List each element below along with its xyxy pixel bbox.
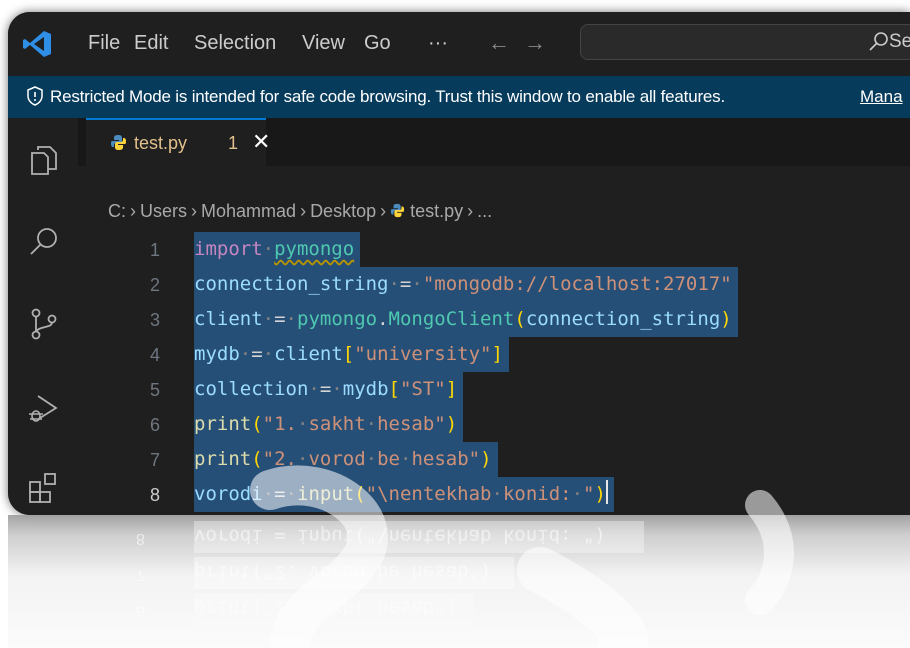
code-line-text: print("2.·vorod·be·hesab") xyxy=(194,442,498,477)
menu-view[interactable]: View xyxy=(302,32,345,55)
menu-more[interactable]: ··· xyxy=(428,32,448,55)
breadcrumb-users[interactable]: Users xyxy=(140,201,187,221)
forward-arrow-icon[interactable]: → xyxy=(524,30,546,56)
breadcrumb: C: › Users › Mohammad › Desktop › test.py ›... xyxy=(108,201,492,222)
breadcrumb-file[interactable]: test.py xyxy=(410,201,463,221)
restricted-mode-banner: Restricted Mode is intended for safe cod… xyxy=(8,76,910,118)
text-cursor xyxy=(605,480,608,504)
menu-file[interactable]: File xyxy=(88,32,120,55)
breadcrumb-separator: › xyxy=(467,201,474,221)
vscode-window: File Edit Selection View Go ··· ← → Se R… xyxy=(8,12,910,515)
manage-link[interactable]: Mana xyxy=(860,87,903,107)
activity-bar xyxy=(8,118,78,515)
banner-message: Restricted Mode is intended for safe cod… xyxy=(50,87,725,106)
screenshot-reflection: 8 vorodi = input("\nentekhab konid: ") 7… xyxy=(8,515,910,648)
breadcrumb-mohammad[interactable]: Mohammad xyxy=(201,201,296,221)
reflection-line-number: 8 xyxy=(136,530,145,547)
reflection-line-number: 7 xyxy=(136,566,145,583)
code-line: 6 print("1.·sakht·hesab") xyxy=(78,407,464,442)
line-number: 5 xyxy=(149,380,160,400)
search-label: Se xyxy=(889,31,910,52)
tab-label: test.py xyxy=(134,133,188,153)
code-line-current: 8 vorodi·=·input("\nentekhab·konid:·") xyxy=(78,477,614,512)
line-number: 7 xyxy=(149,450,160,470)
reflection-code-line: print("2. vorod be hesab") xyxy=(194,561,492,583)
breadcrumb-drive[interactable]: C: xyxy=(108,201,126,221)
code-line-text: collection·=·mydb["ST"] xyxy=(194,372,464,407)
line-number: 3 xyxy=(149,310,160,330)
run-debug-icon[interactable] xyxy=(26,390,62,426)
menu-edit[interactable]: Edit xyxy=(134,32,168,55)
breadcrumb-separator: › xyxy=(130,201,136,221)
menu-bar: File Edit Selection View Go ··· ← → Se xyxy=(8,12,910,76)
line-number: 2 xyxy=(149,275,160,295)
breadcrumb-symbols[interactable]: ... xyxy=(477,201,492,221)
explorer-icon[interactable] xyxy=(26,142,62,178)
code-line: 2 connection_string·=·"mongodb://localho… xyxy=(78,267,738,302)
shield-icon xyxy=(27,86,43,106)
reflection-line-number: 6 xyxy=(136,602,145,619)
menu-selection[interactable]: Selection xyxy=(194,32,276,55)
python-file-icon xyxy=(111,135,126,150)
code-line-text: connection_string·=·"mongodb://localhost… xyxy=(194,267,738,302)
reflection-code-line: vorodi = input("\nentekhab konid: ") xyxy=(194,525,606,547)
extensions-icon[interactable] xyxy=(26,468,62,504)
code-line: 7 print("2.·vorod·be·hesab") xyxy=(78,442,498,477)
line-number: 4 xyxy=(149,345,160,365)
code-line-text: import·pymongo xyxy=(194,232,361,267)
close-icon[interactable]: ✕ xyxy=(252,129,270,155)
editor-tabs: test.py 1 ✕ xyxy=(78,118,910,166)
reflection-code-line: print("1. sakht hesab") xyxy=(194,597,458,619)
code-line: 4 mydb·=·client["university"] xyxy=(78,337,509,372)
line-number: 8 xyxy=(149,485,160,505)
tab-test-py[interactable]: test.py 1 ✕ xyxy=(86,118,270,166)
python-file-icon xyxy=(390,203,405,218)
search-view-icon[interactable] xyxy=(26,224,62,260)
problem-count: 1 xyxy=(228,133,239,153)
code-editor[interactable]: 1 import·pymongo 2 connection_string·=·"… xyxy=(78,232,910,515)
breadcrumb-separator: › xyxy=(191,201,198,221)
code-line: 3 client·=·pymongo.MongoClient(connectio… xyxy=(78,302,738,337)
breadcrumb-separator: › xyxy=(300,201,307,221)
code-line: 1 import·pymongo xyxy=(78,232,361,267)
line-number: 6 xyxy=(149,415,160,435)
vscode-logo-icon xyxy=(23,31,51,57)
code-line-text: mydb·=·client["university"] xyxy=(194,337,509,372)
search-icon xyxy=(869,32,888,51)
back-arrow-icon[interactable]: ← xyxy=(488,30,510,56)
breadcrumb-desktop[interactable]: Desktop xyxy=(310,201,376,221)
code-line-text: vorodi·=·input("\nentekhab·konid:·") xyxy=(194,477,614,512)
command-center-search[interactable]: Se xyxy=(580,24,910,60)
code-line-text: client·=·pymongo.MongoClient(connection_… xyxy=(194,302,738,337)
source-control-icon[interactable] xyxy=(26,306,62,342)
code-line: 5 collection·=·mydb["ST"] xyxy=(78,372,464,407)
code-line-text: print("1.·sakht·hesab") xyxy=(194,407,464,442)
line-number: 1 xyxy=(149,240,160,260)
menu-go[interactable]: Go xyxy=(364,32,391,55)
breadcrumb-separator: › xyxy=(380,201,387,221)
